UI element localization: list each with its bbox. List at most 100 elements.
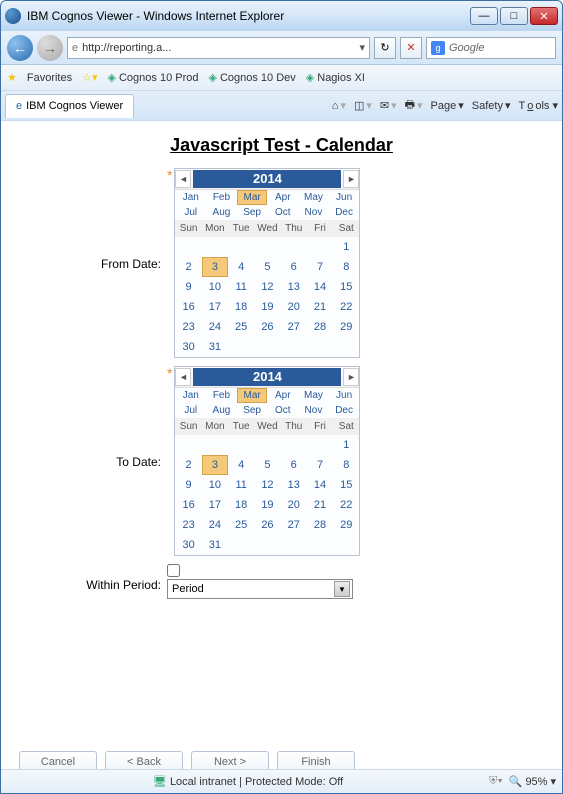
month-jun[interactable]: Jun	[329, 190, 360, 205]
day-8[interactable]: 8	[333, 257, 359, 277]
period-select[interactable]: Period ▼	[167, 579, 353, 599]
month-jan[interactable]: Jan	[175, 388, 206, 403]
back-button-prompt[interactable]: < Back	[105, 751, 183, 769]
day-21[interactable]: 21	[307, 297, 333, 317]
day-21[interactable]: 21	[307, 495, 333, 515]
month-mar[interactable]: Mar	[237, 388, 268, 403]
status-shield-icon[interactable]: ⛨▾	[489, 775, 503, 788]
day-12[interactable]: 12	[254, 277, 280, 297]
next-year-button[interactable]: ►	[343, 170, 359, 188]
zoom-control[interactable]: 🔍 95% ▾	[509, 775, 556, 788]
day-27[interactable]: 27	[281, 515, 307, 535]
day-9[interactable]: 9	[175, 277, 201, 297]
month-oct[interactable]: Oct	[267, 403, 298, 418]
within-period-checkbox[interactable]	[167, 564, 180, 577]
day-10[interactable]: 10	[202, 277, 228, 297]
month-apr[interactable]: Apr	[267, 388, 298, 403]
day-27[interactable]: 27	[281, 317, 307, 337]
day-23[interactable]: 23	[175, 317, 201, 337]
day-14[interactable]: 14	[307, 475, 333, 495]
day-6[interactable]: 6	[281, 257, 307, 277]
month-dec[interactable]: Dec	[329, 403, 360, 418]
month-jun[interactable]: Jun	[329, 388, 360, 403]
fav-item-2[interactable]: ◈Nagios XI	[306, 71, 365, 84]
day-4[interactable]: 4	[228, 257, 254, 277]
day-25[interactable]: 25	[228, 317, 254, 337]
day-16[interactable]: 16	[175, 495, 201, 515]
day-31[interactable]: 31	[202, 337, 228, 357]
day-2[interactable]: 2	[175, 257, 201, 277]
tab-cognos-viewer[interactable]: e IBM Cognos Viewer	[5, 94, 134, 118]
prev-year-button[interactable]: ◄	[175, 170, 191, 188]
month-sep[interactable]: Sep	[237, 205, 268, 220]
month-apr[interactable]: Apr	[267, 190, 298, 205]
prev-year-button[interactable]: ◄	[175, 368, 191, 386]
day-7[interactable]: 7	[307, 257, 333, 277]
back-button[interactable]: ←	[7, 35, 33, 61]
stop-button[interactable]: ✕	[400, 37, 422, 59]
day-31[interactable]: 31	[202, 535, 228, 555]
day-4[interactable]: 4	[228, 455, 254, 475]
month-jul[interactable]: Jul	[175, 205, 206, 220]
finish-button[interactable]: Finish	[277, 751, 355, 769]
month-feb[interactable]: Feb	[206, 388, 237, 403]
day-1[interactable]: 1	[333, 435, 359, 455]
day-9[interactable]: 9	[175, 475, 201, 495]
month-nov[interactable]: Nov	[298, 205, 329, 220]
minimize-button[interactable]: —	[470, 7, 498, 25]
day-18[interactable]: 18	[228, 297, 254, 317]
day-5[interactable]: 5	[254, 455, 280, 475]
safety-menu[interactable]: Safety ▾	[472, 99, 511, 112]
month-mar[interactable]: Mar	[237, 190, 268, 205]
fav-item-1[interactable]: ◈Cognos 10 Dev	[208, 71, 295, 84]
day-24[interactable]: 24	[202, 515, 228, 535]
fav-suggested-icon[interactable]: ☆▾	[82, 71, 97, 84]
day-26[interactable]: 26	[254, 317, 280, 337]
day-1[interactable]: 1	[333, 237, 359, 257]
month-feb[interactable]: Feb	[206, 190, 237, 205]
day-7[interactable]: 7	[307, 455, 333, 475]
refresh-button[interactable]: ↻	[374, 37, 396, 59]
cancel-button[interactable]: Cancel	[19, 751, 97, 769]
day-22[interactable]: 22	[333, 495, 359, 515]
day-29[interactable]: 29	[333, 515, 359, 535]
forward-button[interactable]: →	[37, 35, 63, 61]
day-20[interactable]: 20	[281, 495, 307, 515]
address-bar[interactable]: e http://reporting.a... ▾	[67, 37, 370, 59]
next-year-button[interactable]: ►	[343, 368, 359, 386]
month-may[interactable]: May	[298, 190, 329, 205]
day-8[interactable]: 8	[333, 455, 359, 475]
close-button[interactable]: ✕	[530, 7, 558, 25]
month-aug[interactable]: Aug	[206, 403, 237, 418]
month-dec[interactable]: Dec	[329, 205, 360, 220]
mail-button[interactable]: ✉▾	[380, 99, 397, 112]
day-20[interactable]: 20	[281, 297, 307, 317]
day-5[interactable]: 5	[254, 257, 280, 277]
day-11[interactable]: 11	[228, 475, 254, 495]
month-jan[interactable]: Jan	[175, 190, 206, 205]
day-17[interactable]: 17	[202, 495, 228, 515]
day-26[interactable]: 26	[254, 515, 280, 535]
feeds-button[interactable]: ◫▾	[354, 99, 372, 112]
month-sep[interactable]: Sep	[237, 403, 268, 418]
day-25[interactable]: 25	[228, 515, 254, 535]
day-23[interactable]: 23	[175, 515, 201, 535]
favorites-star-icon[interactable]: ★	[7, 71, 17, 84]
print-button[interactable]: 🖶▾	[405, 96, 423, 115]
month-oct[interactable]: Oct	[267, 205, 298, 220]
month-may[interactable]: May	[298, 388, 329, 403]
month-aug[interactable]: Aug	[206, 205, 237, 220]
home-button[interactable]: ⌂▾	[332, 99, 346, 112]
search-box[interactable]: g Google	[426, 37, 556, 59]
day-11[interactable]: 11	[228, 277, 254, 297]
day-6[interactable]: 6	[281, 455, 307, 475]
day-19[interactable]: 19	[254, 297, 280, 317]
day-17[interactable]: 17	[202, 297, 228, 317]
day-12[interactable]: 12	[254, 475, 280, 495]
maximize-button[interactable]: □	[500, 7, 528, 25]
favorites-label[interactable]: Favorites	[27, 72, 72, 84]
next-button[interactable]: Next >	[191, 751, 269, 769]
day-3[interactable]: 3	[202, 455, 228, 475]
day-2[interactable]: 2	[175, 455, 201, 475]
day-3[interactable]: 3	[202, 257, 228, 277]
